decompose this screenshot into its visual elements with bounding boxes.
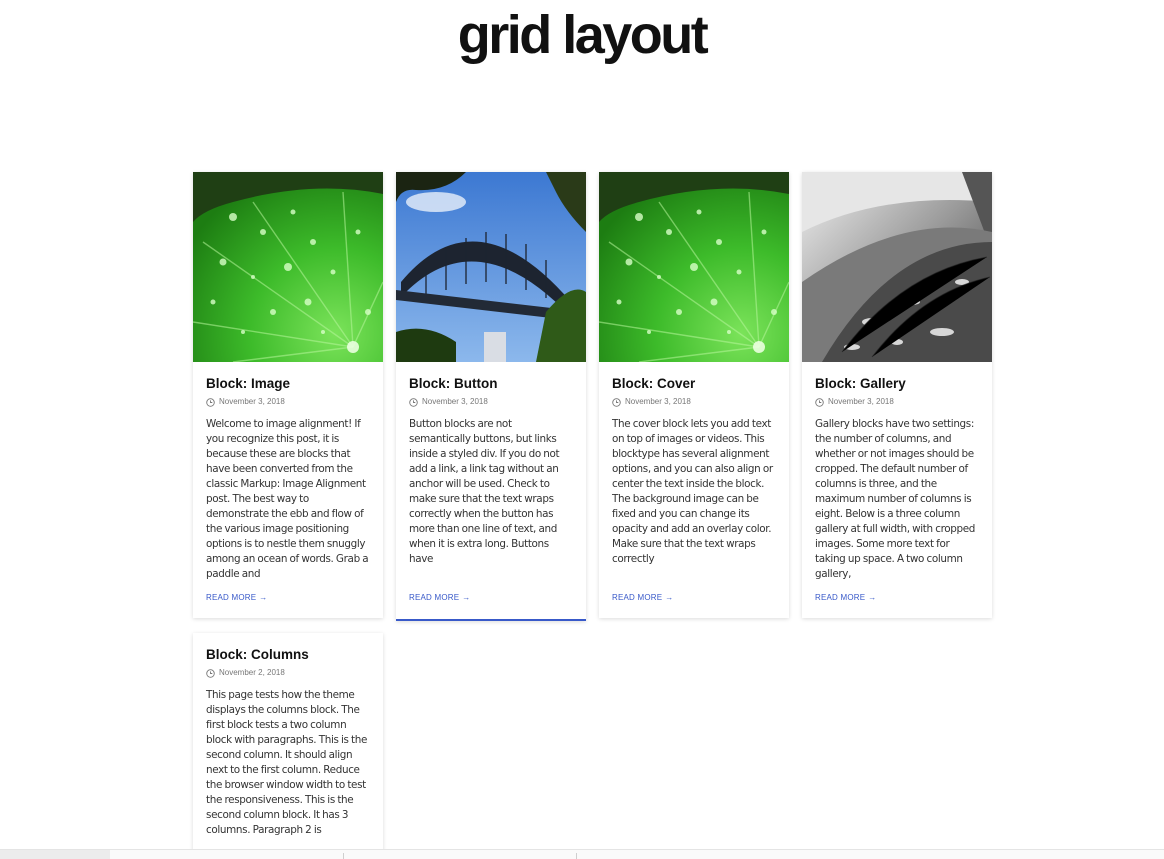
clock-icon — [815, 397, 824, 407]
read-more-link[interactable]: READ MORE → — [206, 593, 267, 602]
bottom-tab-bar — [0, 849, 1164, 859]
post-excerpt: This page tests how the theme displays t… — [206, 689, 368, 836]
clock-icon — [206, 397, 215, 407]
clock-icon — [409, 397, 418, 407]
post-date: November 3, 2018 — [422, 397, 488, 406]
tab-divider — [343, 853, 344, 859]
arrow-right-icon: → — [462, 593, 471, 602]
post-title[interactable]: Block: Image — [206, 376, 370, 392]
arrow-right-icon: → — [868, 593, 877, 602]
post-excerpt: Button blocks are not semantically butto… — [409, 418, 560, 565]
post-meta: November 2, 2018 — [206, 667, 370, 679]
bottom-tab[interactable] — [0, 850, 110, 859]
post-date: November 2, 2018 — [219, 668, 285, 677]
post-meta: November 3, 2018 — [206, 396, 370, 408]
post-thumbnail-leaf[interactable] — [599, 172, 789, 362]
post-title[interactable]: Block: Columns — [206, 647, 370, 663]
tab-divider — [576, 853, 577, 859]
post-excerpt: Gallery blocks have two settings: the nu… — [815, 418, 976, 580]
post-card-cover: Block: Cover November 3, 2018 The cover … — [599, 172, 789, 618]
read-more-label: READ MORE — [409, 593, 460, 602]
post-thumbnail-log[interactable] — [802, 172, 992, 362]
read-more-label: READ MORE — [612, 593, 663, 602]
post-meta: November 3, 2018 — [409, 396, 573, 408]
post-meta: November 3, 2018 — [815, 396, 979, 408]
post-thumbnail-leaf[interactable] — [193, 172, 383, 362]
page-title: grid layout — [457, 5, 709, 65]
post-card-gallery: Block: Gallery November 3, 2018 Gallery … — [802, 172, 992, 618]
read-more-label: READ MORE — [206, 593, 257, 602]
read-more-label: READ MORE — [815, 593, 866, 602]
read-more-link[interactable]: READ MORE → — [612, 593, 673, 602]
post-title[interactable]: Block: Cover — [612, 376, 776, 392]
post-date: November 3, 2018 — [219, 397, 285, 406]
arrow-right-icon: → — [665, 593, 674, 602]
post-excerpt: Welcome to image alignment! If you recog… — [206, 418, 369, 580]
post-date: November 3, 2018 — [625, 397, 691, 406]
post-date: November 3, 2018 — [828, 397, 894, 406]
leaf-image — [599, 172, 789, 362]
post-excerpt: The cover block lets you add text on top… — [612, 418, 773, 565]
read-more-link[interactable]: READ MORE → — [409, 593, 470, 602]
post-title[interactable]: Block: Button — [409, 376, 573, 392]
log-image — [802, 172, 992, 362]
bridge-image — [396, 172, 586, 362]
post-card-button: Block: Button November 3, 2018 Button bl… — [396, 172, 586, 621]
post-card-image: Block: Image November 3, 2018 Welcome to… — [193, 172, 383, 618]
clock-icon — [206, 668, 215, 678]
arrow-right-icon: → — [259, 593, 268, 602]
clock-icon — [612, 397, 621, 407]
post-title[interactable]: Block: Gallery — [815, 376, 979, 392]
leaf-image — [193, 172, 383, 362]
post-thumbnail-bridge[interactable] — [396, 172, 586, 362]
post-card-columns: Block: Columns November 2, 2018 This pag… — [193, 633, 383, 859]
post-meta: November 3, 2018 — [612, 396, 776, 408]
read-more-link[interactable]: READ MORE → — [815, 593, 876, 602]
